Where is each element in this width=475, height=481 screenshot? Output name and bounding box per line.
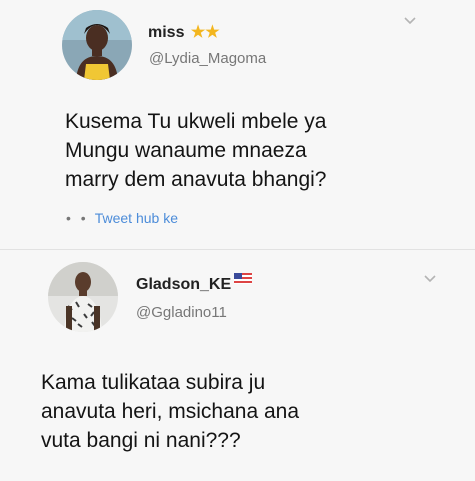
display-name[interactable]: miss ★★ (148, 22, 220, 42)
user-handle[interactable]: @Lydia_Magoma (149, 50, 266, 67)
name-badges: ★★ (191, 22, 220, 42)
tweet-source[interactable]: • • Tweet hub ke (66, 210, 178, 226)
chevron-down-icon[interactable] (423, 274, 437, 284)
tweet-card[interactable]: miss ★★ @Lydia_Magoma Kusema Tu ukweli m… (0, 0, 475, 250)
display-name[interactable]: Gladson_KE (136, 273, 253, 294)
avatar[interactable] (48, 262, 118, 332)
star-icon: ★ (205, 24, 220, 41)
user-handle[interactable]: @Ggladino11 (136, 304, 227, 321)
source-link[interactable]: Tweet hub ke (95, 210, 178, 226)
tweet-text-line: marry dem anavuta bhangi? (65, 168, 327, 191)
star-icon: ★ (190, 24, 206, 41)
avatar[interactable] (62, 10, 132, 80)
tweet-text-line: Kusema Tu ukweli mbele ya (65, 110, 327, 133)
tweet-text-line: anavuta heri, msichana ana (41, 400, 299, 423)
source-dots: • • (66, 210, 89, 226)
tweet-text: Kama tulikataa subira ju anavuta heri, m… (41, 368, 441, 455)
tweet-text: Kusema Tu ukweli mbele ya Mungu wanaume … (65, 107, 455, 194)
flag-icon (234, 273, 253, 284)
tweet-text-line: vuta bangi ni nani??? (41, 429, 241, 452)
tweet-text-line: Mungu wanaume mnaeza (65, 139, 307, 162)
tweet-text-line: Kama tulikataa subira ju (41, 371, 266, 394)
profile-photo (48, 262, 118, 332)
display-name-text: Gladson_KE (136, 276, 232, 293)
display-name-text: miss (148, 24, 185, 41)
chevron-down-icon[interactable] (403, 16, 417, 26)
profile-photo (62, 10, 132, 80)
